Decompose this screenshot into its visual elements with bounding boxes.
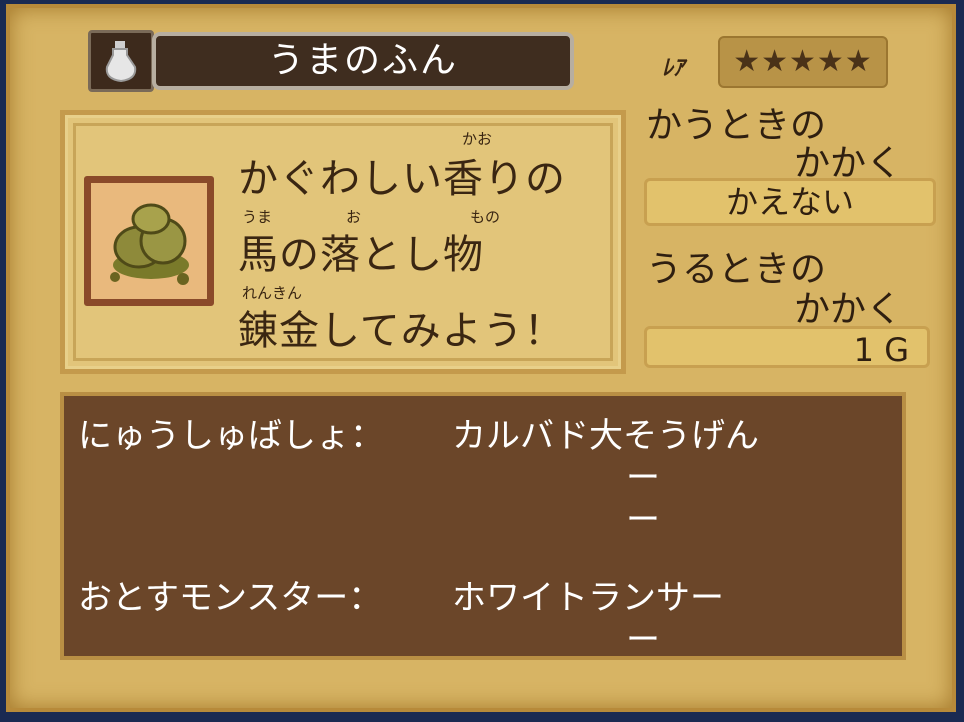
bottle-icon xyxy=(105,41,137,83)
description-line-2: 馬の落とし物 xyxy=(238,232,484,278)
description-line-3: 錬金してみよう！ xyxy=(238,308,565,354)
rarity-stars: ★★★★★ xyxy=(718,36,888,88)
item-thumbnail xyxy=(84,176,214,306)
item-category-box xyxy=(88,30,154,92)
description-line-1: かぐわしい香りの xyxy=(238,156,566,202)
dung-icon xyxy=(110,203,189,285)
sell-price-label-2: かかく xyxy=(794,289,903,330)
rarity-icon: ﾚｱ xyxy=(662,56,685,81)
obtain-location-3: ー xyxy=(626,500,660,540)
item-name: うまのふん xyxy=(152,32,574,90)
obtain-location-label: にゅうしゅばしょ： xyxy=(78,416,384,456)
obtain-location-1: カルバド大そうげん xyxy=(452,416,760,456)
buy-price-value: かえない xyxy=(644,178,936,226)
sell-price-value: 1 G xyxy=(644,326,930,369)
drop-monster-1: ホワイトランサー xyxy=(452,578,724,618)
drop-monster-2: ー xyxy=(626,620,660,660)
drop-monster-label: おとすモンスター： xyxy=(78,578,383,618)
